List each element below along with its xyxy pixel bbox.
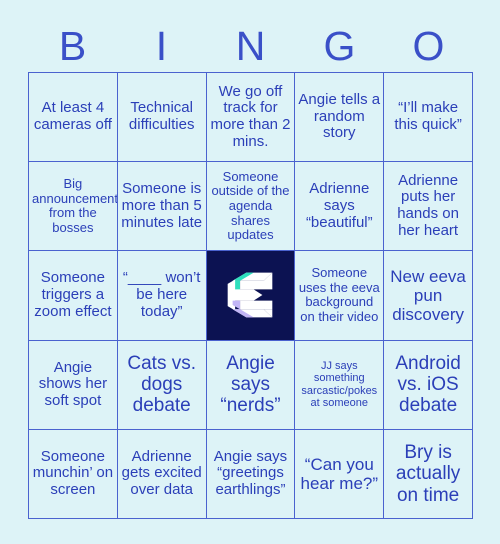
- bingo-cell-text: JJ says something sarcastic/pokes at som…: [301, 360, 378, 409]
- bingo-cell[interactable]: At least 4 cameras off: [29, 73, 118, 163]
- bingo-header-letter-b: B: [58, 22, 87, 69]
- bingo-cell[interactable]: Adrienne says “beautiful”: [295, 162, 385, 252]
- bingo-header-letter-g: G: [323, 22, 356, 69]
- eeva-logo-icon: [228, 273, 273, 318]
- bingo-cell[interactable]: Angie says “greetings earthlings”: [206, 429, 296, 519]
- bingo-cell[interactable]: Someone is more than 5 minutes late: [117, 162, 207, 252]
- bingo-cell[interactable]: “Can you hear me?”: [295, 429, 385, 519]
- bingo-cell-text: “Can you hear me?”: [300, 454, 379, 493]
- bingo-cell-text: Cats vs. dogs debate: [127, 352, 196, 417]
- bingo-cell[interactable]: Cats vs. dogs debate: [117, 340, 207, 430]
- bingo-cell-text: Angie tells a random story: [298, 90, 381, 142]
- bingo-card: B I N G O At least 4 cameras off Technic…: [0, 0, 500, 544]
- bingo-cell-text: We go off track for more than 2 mins.: [210, 82, 291, 150]
- bingo-cell-text: Someone munchin’ on screen: [32, 447, 114, 499]
- bingo-cell-text: Big announcement from the bosses: [32, 176, 118, 235]
- bingo-cell[interactable]: Someone munchin’ on screen: [29, 429, 118, 519]
- bingo-cell[interactable]: “I’ll make this quick”: [384, 73, 473, 163]
- bingo-cell[interactable]: Big announcement from the bosses: [29, 162, 118, 252]
- bingo-cell[interactable]: Someone outside of the agenda shares upd…: [206, 162, 296, 252]
- bingo-header-letter-i: I: [155, 22, 168, 69]
- bingo-cell-text: Adrienne puts her hands on her heart: [397, 171, 459, 240]
- bingo-cell[interactable]: JJ says something sarcastic/pokes at som…: [295, 340, 385, 430]
- bingo-cell-text: Bry is actually on time: [395, 441, 461, 506]
- bingo-cell[interactable]: Angie shows her soft spot: [29, 340, 118, 430]
- bingo-cell[interactable]: Angie says “nerds”: [206, 340, 296, 430]
- bingo-cell-text: Adrienne gets excited over data: [121, 447, 202, 499]
- bingo-cell-text: Someone uses the eeva background on thei…: [298, 265, 380, 325]
- bingo-cell-text: Angie says “greetings earthlings”: [213, 447, 288, 499]
- bingo-header-letter-n: N: [235, 22, 266, 69]
- bingo-cell[interactable]: Someone triggers a zoom effect: [29, 251, 118, 341]
- bingo-cell-text: “____ won’t be here today”: [122, 269, 201, 320]
- bingo-cell[interactable]: Android vs. iOS debate: [384, 340, 473, 430]
- bingo-cell-text: Adrienne says “beautiful”: [305, 180, 373, 231]
- bingo-cell[interactable]: Technical difficulties: [117, 73, 207, 163]
- bingo-cell[interactable]: We go off track for more than 2 mins.: [206, 73, 296, 163]
- bingo-cell[interactable]: “____ won’t be here today”: [117, 251, 207, 341]
- bingo-cell[interactable]: Adrienne gets excited over data: [117, 429, 207, 519]
- bingo-free-space-cell[interactable]: [206, 251, 296, 341]
- bingo-cell[interactable]: Adrienne puts her hands on her heart: [384, 162, 473, 252]
- bingo-cell-text: Someone is more than 5 minutes late: [121, 180, 203, 231]
- bingo-cell[interactable]: Bry is actually on time: [384, 429, 473, 519]
- bingo-cell-text: Technical difficulties: [128, 99, 195, 134]
- bingo-cell-text: Android vs. iOS debate: [395, 352, 461, 417]
- bingo-cell-text: New eeva pun discovery: [390, 266, 466, 324]
- bingo-cell-text: Someone triggers a zoom effect: [34, 269, 112, 320]
- bingo-cell[interactable]: New eeva pun discovery: [384, 251, 473, 341]
- bingo-header: B I N G O: [28, 22, 473, 70]
- bingo-header-letter-o: O: [412, 22, 445, 69]
- bingo-cell[interactable]: Angie tells a random story: [295, 73, 385, 163]
- bingo-cell-text: Someone outside of the agenda shares upd…: [211, 168, 290, 243]
- bingo-cell-text: “I’ll make this quick”: [394, 99, 462, 134]
- bingo-grid: At least 4 cameras off Technical difficu…: [28, 72, 473, 519]
- bingo-cell[interactable]: Someone uses the eeva background on thei…: [295, 251, 385, 341]
- bingo-cell-text: Angie says “nerds”: [220, 352, 281, 417]
- bingo-cell-text: Angie shows her soft spot: [38, 358, 108, 410]
- bingo-cell-text: At least 4 cameras off: [33, 99, 112, 134]
